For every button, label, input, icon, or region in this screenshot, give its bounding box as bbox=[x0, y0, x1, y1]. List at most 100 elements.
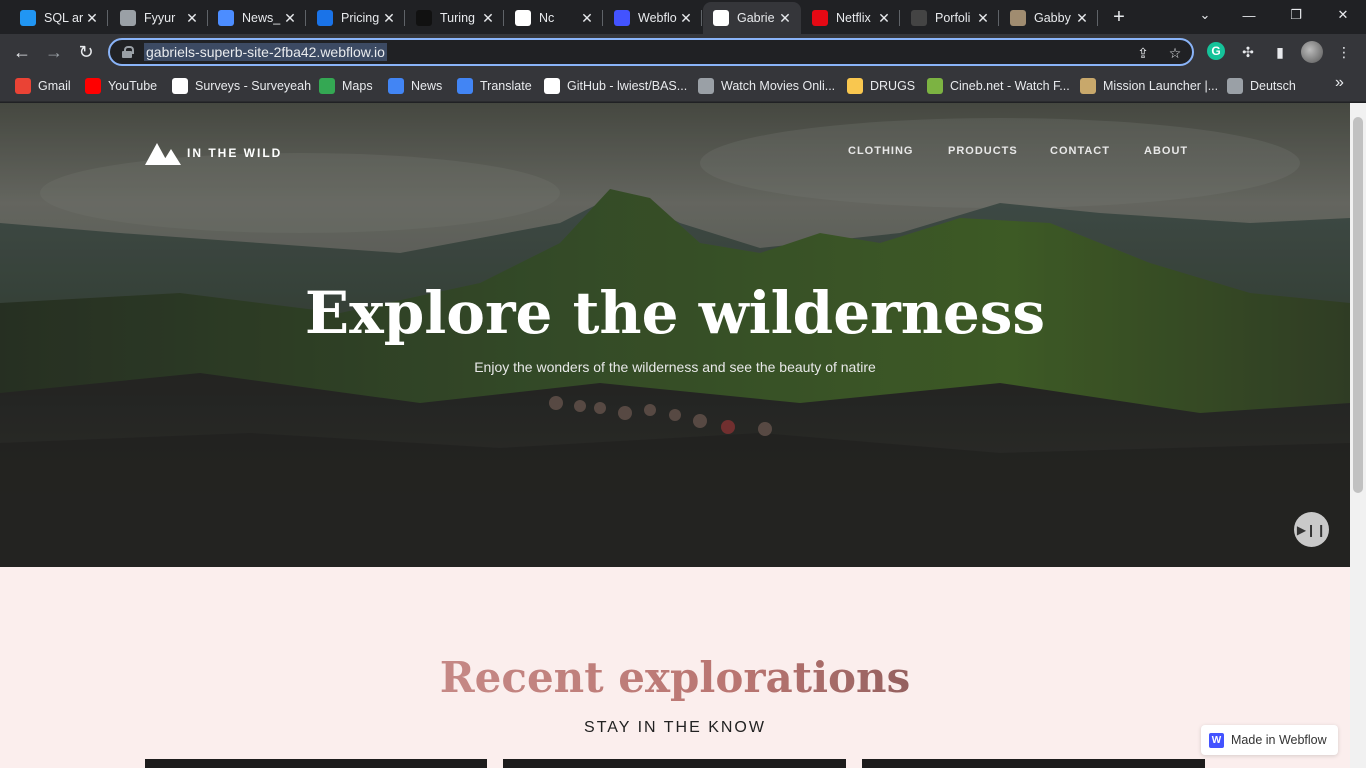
tab-separator bbox=[998, 10, 999, 26]
netflix-icon bbox=[812, 10, 828, 26]
emoji-icon bbox=[847, 78, 863, 94]
webflow-logo-icon: W bbox=[1209, 732, 1224, 748]
browser-tab[interactable]: Webflo ✕ bbox=[604, 4, 702, 32]
bookmark-item[interactable]: Gmail bbox=[15, 76, 71, 96]
nav-contact[interactable]: CONTACT bbox=[1050, 145, 1110, 157]
turing-logo-icon bbox=[416, 10, 432, 26]
side-panel-icon[interactable]: ▮ bbox=[1270, 42, 1290, 62]
recent-explorations-heading: Recent explorations bbox=[0, 653, 1350, 702]
browser-tab[interactable]: Netflix ✕ bbox=[802, 4, 900, 32]
browser-tab[interactable]: SQL ar ✕ bbox=[10, 4, 108, 32]
webflow-w-icon bbox=[713, 10, 729, 26]
play-pause-button[interactable]: ▶❙❙ bbox=[1294, 512, 1329, 547]
triangle-logo-icon bbox=[218, 10, 234, 26]
bookmark-label: Mission Launcher |... bbox=[1103, 79, 1219, 93]
forward-arrow-icon[interactable]: → bbox=[41, 40, 67, 64]
browser-menu-icon[interactable]: ⋮ bbox=[1334, 42, 1354, 62]
tab-separator bbox=[701, 10, 702, 26]
nav-clothing[interactable]: CLOTHING bbox=[848, 145, 913, 157]
minimize-button[interactable]: — bbox=[1226, 4, 1272, 26]
globe-icon bbox=[1227, 78, 1243, 94]
browser-tab[interactable]: Porfoli ✕ bbox=[901, 4, 999, 32]
close-tab-icon[interactable]: ✕ bbox=[1074, 10, 1090, 26]
browser-tab[interactable]: Gabrie ✕ bbox=[703, 2, 801, 34]
nav-products[interactable]: PRODUCTS bbox=[948, 145, 1018, 157]
browser-tab[interactable]: Pricing ✕ bbox=[307, 4, 405, 32]
page-scrollbar[interactable] bbox=[1350, 103, 1366, 768]
s-logo-icon bbox=[911, 10, 927, 26]
news-icon bbox=[388, 78, 404, 94]
made-in-webflow-badge[interactable]: W Made in Webflow bbox=[1201, 725, 1338, 755]
scrollbar-thumb[interactable] bbox=[1353, 117, 1363, 493]
close-window-button[interactable]: ✕ bbox=[1320, 4, 1366, 26]
tab-separator bbox=[899, 10, 900, 26]
github-icon bbox=[544, 78, 560, 94]
bookmark-label: News bbox=[411, 79, 443, 93]
play-circle-icon bbox=[927, 78, 943, 94]
exploration-card[interactable] bbox=[145, 759, 487, 768]
close-tab-icon[interactable]: ✕ bbox=[282, 10, 298, 26]
bookmark-label: Cineb.net - Watch F... bbox=[950, 79, 1070, 93]
restore-button[interactable]: ❐ bbox=[1273, 4, 1319, 26]
bookmark-item[interactable]: Cineb.net - Watch F... bbox=[927, 76, 1070, 96]
hero-subtitle: Enjoy the wonders of the wilderness and … bbox=[474, 359, 876, 375]
close-tab-icon[interactable]: ✕ bbox=[184, 10, 200, 26]
browser-toolbar: ← → ↻ gabriels-superb-site-2fba42.webflo… bbox=[0, 34, 1366, 70]
bookmark-label: YouTube bbox=[108, 79, 158, 93]
url-text[interactable]: gabriels-superb-site-2fba42.webflow.io bbox=[144, 43, 387, 61]
bookmark-star-icon[interactable]: ☆ bbox=[1166, 44, 1184, 62]
close-tab-icon[interactable]: ✕ bbox=[381, 10, 397, 26]
bookmark-label: Gmail bbox=[38, 79, 71, 93]
close-tab-icon[interactable]: ✕ bbox=[480, 10, 496, 26]
exploration-card[interactable] bbox=[862, 759, 1205, 768]
page-viewport: IN THE WILD CLOTHING PRODUCTS CONTACT AB… bbox=[0, 103, 1350, 768]
pricing-icon bbox=[317, 10, 333, 26]
close-tab-icon[interactable]: ✕ bbox=[84, 10, 100, 26]
grammarly-extension-icon[interactable]: G bbox=[1207, 42, 1225, 60]
profile-avatar[interactable] bbox=[1301, 41, 1323, 63]
youtube-icon bbox=[85, 78, 101, 94]
bookmarks-overflow-icon[interactable]: » bbox=[1335, 74, 1351, 94]
browser-tab[interactable]: Gabby ✕ bbox=[1000, 4, 1098, 32]
exploration-card[interactable] bbox=[503, 759, 846, 768]
browser-tab[interactable]: Nc ✕ bbox=[505, 4, 603, 32]
bookmark-item[interactable]: GitHub - lwiest/BAS... bbox=[544, 76, 687, 96]
close-tab-icon[interactable]: ✕ bbox=[678, 10, 694, 26]
bookmark-label: Watch Movies Onli... bbox=[721, 79, 836, 93]
close-tab-icon[interactable]: ✕ bbox=[876, 10, 892, 26]
webflow-icon bbox=[614, 10, 630, 26]
browser-tab[interactable]: News_ ✕ bbox=[208, 4, 306, 32]
address-bar[interactable]: gabriels-superb-site-2fba42.webflow.io ⇪… bbox=[108, 38, 1194, 66]
tab-search-icon[interactable]: ⌄ bbox=[1182, 4, 1228, 26]
bookmark-item[interactable]: DRUGS bbox=[847, 76, 915, 96]
bookmark-item[interactable]: YouTube bbox=[85, 76, 157, 96]
tab-title: Netflix bbox=[836, 11, 871, 25]
tab-title: Porfoli bbox=[935, 11, 971, 25]
bookmark-item[interactable]: News bbox=[388, 76, 442, 96]
lock-icon[interactable] bbox=[122, 46, 134, 58]
tab-separator bbox=[305, 10, 306, 26]
reload-icon[interactable]: ↻ bbox=[73, 40, 99, 64]
extensions-puzzle-icon[interactable]: ✣ bbox=[1238, 42, 1258, 62]
tab-separator bbox=[503, 10, 504, 26]
close-tab-icon[interactable]: ✕ bbox=[975, 10, 991, 26]
back-arrow-icon[interactable]: ← bbox=[9, 40, 35, 64]
browser-tab[interactable]: Fyyur ✕ bbox=[110, 4, 208, 32]
bookmark-item[interactable]: Mission Launcher |... bbox=[1080, 76, 1218, 96]
surveyeah-icon bbox=[172, 78, 188, 94]
nav-about[interactable]: ABOUT bbox=[1144, 145, 1188, 157]
bookmark-item[interactable]: Surveys - Surveyeah bbox=[172, 76, 311, 96]
tab-separator bbox=[404, 10, 405, 26]
translate-icon bbox=[457, 78, 473, 94]
stay-in-the-know-subheading: STAY IN THE KNOW bbox=[584, 719, 766, 736]
bookmark-item[interactable]: Translate bbox=[457, 76, 532, 96]
share-icon[interactable]: ⇪ bbox=[1134, 44, 1152, 62]
new-tab-button[interactable]: + bbox=[1108, 6, 1130, 28]
browser-tab[interactable]: Turing ✕ bbox=[406, 4, 504, 32]
close-tab-icon[interactable]: ✕ bbox=[777, 10, 793, 26]
bookmark-item[interactable]: Deutsch bbox=[1227, 76, 1296, 96]
site-logo[interactable]: IN THE WILD bbox=[145, 141, 282, 165]
bookmark-item[interactable]: Watch Movies Onli... bbox=[698, 76, 835, 96]
bookmark-item[interactable]: Maps bbox=[319, 76, 373, 96]
close-tab-icon[interactable]: ✕ bbox=[579, 10, 595, 26]
